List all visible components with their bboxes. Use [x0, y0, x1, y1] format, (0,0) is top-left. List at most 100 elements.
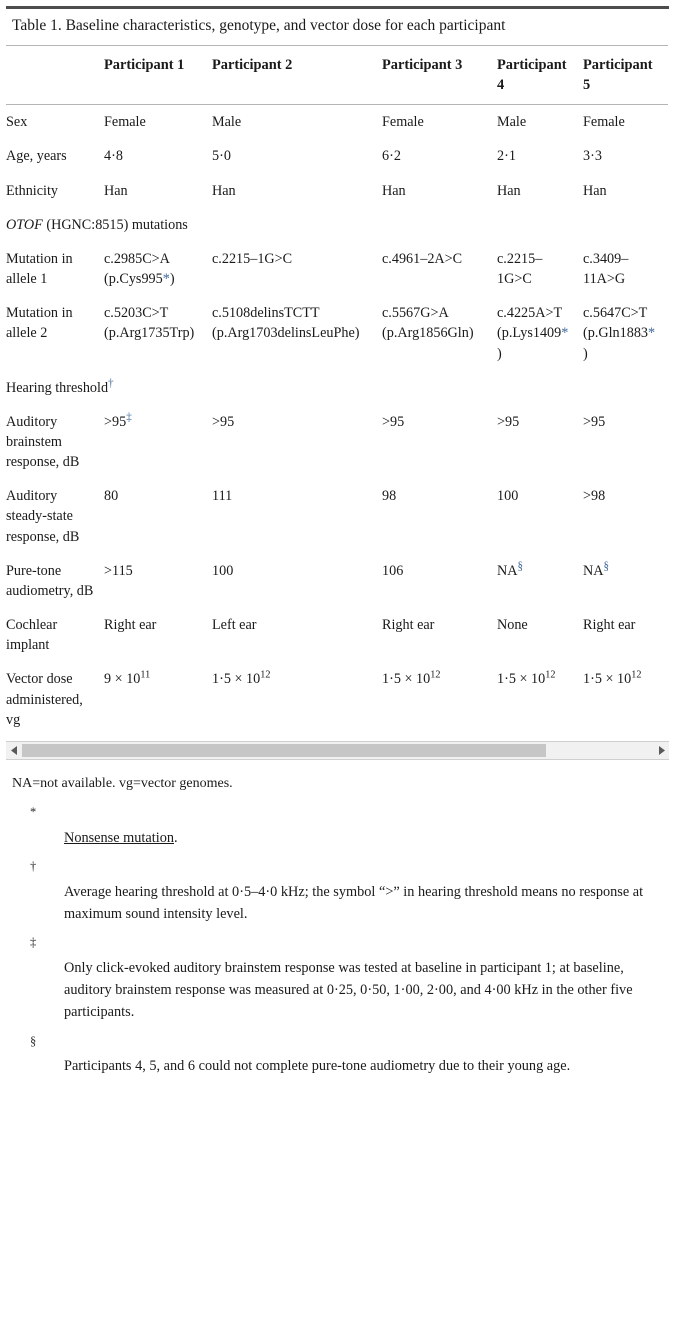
section-header-otof-rest: (HGNC:8515) mutations [42, 216, 188, 233]
allele2-p1-cdna: c.5203C>T [104, 305, 169, 322]
footnote-section: § Participants 4, 5, and 6 could not com… [12, 1024, 665, 1078]
cell-sex-p3: Female [382, 114, 424, 131]
abbreviations-note: NA=not available. vg=vector genomes. [12, 775, 233, 791]
cell-ethnicity-p2: Han [212, 182, 236, 199]
footnote-symbol-double-dagger: ‡ [30, 935, 37, 950]
cell-dose-p3: 1·5 × 1012 [382, 662, 497, 736]
allele1-p1-protein-close: ) [169, 271, 175, 288]
cell-allele1-p3: c.4961–2A>C [382, 250, 463, 267]
cell-abr-p1: >95‡ [104, 405, 212, 479]
footnote-marker-section[interactable]: § [604, 560, 610, 572]
cell-allele2-p4: c.4225A>T (p.Lys1409*) [497, 296, 583, 370]
table-row-allele-2: Mutation in allele 2 c.5203C>T (p.Arg1735… [6, 296, 668, 370]
cell-abr-p3: >95 [382, 413, 405, 430]
dose-p3-exponent: 12 [430, 669, 441, 681]
cell-pta-p3: 106 [382, 562, 404, 579]
row-label-vector-dose: Vector dose administered, vg [6, 671, 83, 728]
footnote-marker-asterisk[interactable]: * [163, 271, 170, 287]
section-header-otof: OTOF (HGNC:8515) mutations [6, 208, 668, 242]
footnote-text-dagger: Average hearing threshold at 0·5–4·0 kHz… [64, 884, 644, 923]
row-label-ethnicity: Ethnicity [6, 182, 59, 199]
cell-sex-p2: Male [212, 114, 242, 131]
dose-p5-mantissa: 1·5 × 10 [583, 671, 632, 688]
cell-pta-p5: NA§ [583, 554, 668, 608]
cell-implant-p1: Right ear [104, 617, 157, 634]
dose-p3-mantissa: 1·5 × 10 [382, 671, 431, 688]
footnote-marker-asterisk[interactable]: * [561, 325, 568, 341]
baseline-characteristics-table: Participant 1 Participant 2 Participant … [6, 45, 668, 736]
cell-ethnicity-p4: Han [497, 182, 521, 199]
horizontal-scrollbar[interactable] [6, 740, 669, 760]
scrollbar-thumb[interactable] [22, 743, 546, 757]
allele2-p2-cdna: c.5108delinsTCTT [212, 305, 320, 322]
cell-dose-p1: 9 × 1011 [104, 662, 212, 736]
column-header-label [6, 45, 104, 106]
table-scroll-area[interactable]: Participant 1 Participant 2 Participant … [0, 45, 675, 736]
table-section-otof-mutations: OTOF (HGNC:8515) mutations [6, 208, 668, 242]
cell-age-p5: 3·3 [583, 148, 602, 165]
table-row-pta: Pure-tone audiometry, dB >115 100 106 NA… [6, 554, 668, 608]
footnote-marker-asterisk[interactable]: * [648, 325, 655, 341]
table-row-ethnicity: Ethnicity Han Han Han Han Han [6, 174, 668, 208]
footnote-asterisk: * Nonsense mutation. [12, 795, 665, 849]
column-header-participant-1: Participant 1 [104, 45, 212, 106]
footnote-marker-dagger[interactable]: † [108, 377, 114, 389]
allele2-p3-protein: (p.Arg1856Gln) [382, 325, 474, 342]
cell-age-p2: 5·0 [212, 148, 231, 165]
cell-ethnicity-p5: Han [583, 182, 607, 199]
footnote-asterisk-trailing: . [174, 830, 178, 847]
footnote-marker-double-dagger[interactable]: ‡ [126, 411, 132, 423]
table-row-vector-dose: Vector dose administered, vg 9 × 1011 1·… [6, 662, 668, 736]
cell-dose-p4: 1·5 × 1012 [497, 662, 583, 736]
table-notes: NA=not available. vg=vector genomes. * N… [0, 760, 675, 1078]
table-row-allele-1: Mutation in allele 1 c.2985C>A (p.Cys995*… [6, 242, 668, 296]
table-section-hearing-threshold: Hearing threshold† [6, 371, 668, 405]
cell-age-p1: 4·8 [104, 148, 123, 165]
cell-allele1-p2: c.2215–1G>C [212, 250, 293, 267]
column-header-participant-5: Participant 5 [583, 45, 668, 106]
footnote-dagger: † Average hearing threshold at 0·5–4·0 k… [12, 849, 665, 925]
footnote-marker-section[interactable]: § [518, 560, 524, 572]
cell-pta-p4: NA§ [497, 554, 583, 608]
row-label-abr: Auditory brainstem response, dB [6, 413, 80, 471]
dose-p5-exponent: 12 [631, 669, 642, 681]
footnote-text-section: Participants 4, 5, and 6 could not compl… [64, 1058, 571, 1075]
table-container: Table 1. Baseline characteristics, genot… [0, 6, 675, 1078]
cell-assr-p2: 111 [212, 488, 233, 505]
table-caption: Table 1. Baseline characteristics, genot… [12, 17, 506, 34]
cell-age-p4: 2·1 [497, 148, 516, 165]
scrollbar-track[interactable] [22, 741, 653, 759]
row-label-cochlear-implant: Cochlear implant [6, 617, 58, 654]
row-label-age: Age, years [6, 148, 67, 165]
pta-p5-value: NA [583, 562, 604, 579]
cell-dose-p5: 1·5 × 1012 [583, 662, 668, 736]
table-row-sex: Sex Female Male Female Male Female [6, 105, 668, 140]
cell-allele1-p1: c.2985C>A (p.Cys995*) [104, 242, 212, 296]
row-label-sex: Sex [6, 114, 28, 131]
cell-sex-p5: Female [583, 114, 625, 131]
cell-allele2-p5: c.5647C>T (p.Gln1883*) [583, 296, 668, 370]
row-label-allele-2: Mutation in allele 2 [6, 305, 73, 342]
gene-name-otof: OTOF [6, 216, 43, 233]
allele2-p1-protein: (p.Arg1735Trp) [104, 325, 195, 342]
cell-ethnicity-p3: Han [382, 182, 406, 199]
table-row-assr: Auditory steady-state response, dB 80 11… [6, 479, 668, 553]
footnote-link-nonsense-mutation[interactable]: Nonsense mutation [64, 830, 174, 846]
column-header-participant-2: Participant 2 [212, 45, 382, 106]
abr-p1-value: >95 [104, 413, 127, 430]
scroll-left-button[interactable] [6, 741, 22, 759]
cell-age-p3: 6·2 [382, 148, 401, 165]
table-row-age: Age, years 4·8 5·0 6·2 2·1 3·3 [6, 139, 668, 173]
cell-sex-p1: Female [104, 114, 146, 131]
cell-allele2-p3: c.5567G>A (p.Arg1856Gln) [382, 296, 497, 370]
table-header-row: Participant 1 Participant 2 Participant … [6, 45, 668, 106]
table-row-abr: Auditory brainstem response, dB >95‡ >95… [6, 405, 668, 479]
pta-p4-value: NA [497, 562, 518, 579]
allele1-p1-protein-open: (p.Cys995 [104, 271, 163, 288]
footnote-double-dagger: ‡ Only click-evoked auditory brainstem r… [12, 925, 665, 1023]
allele1-p1-cdna: c.2985C>A [104, 250, 170, 267]
scroll-right-button[interactable] [653, 741, 669, 759]
cell-implant-p5: Right ear [583, 617, 636, 634]
cell-assr-p5: >98 [583, 488, 606, 505]
cell-abr-p4: >95 [497, 413, 520, 430]
